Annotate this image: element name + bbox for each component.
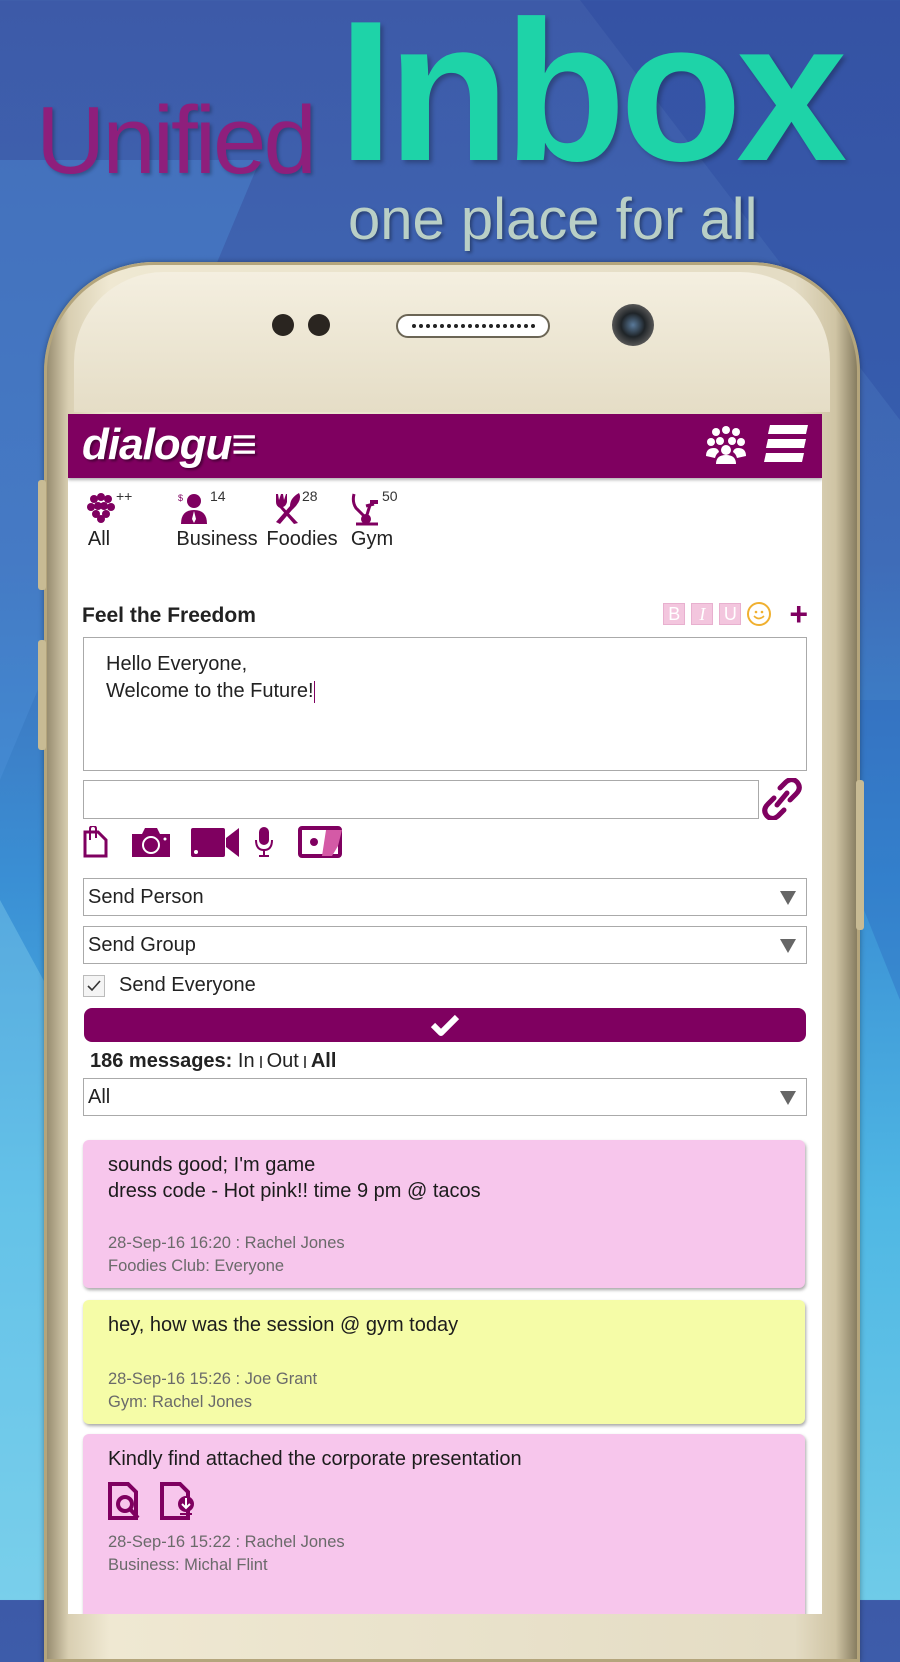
group-count: 14 [210,488,226,504]
menu-icon[interactable] [764,425,808,463]
message-meta: 28-Sep-16 16:20 : Rachel Jones [108,1234,345,1252]
filter-all-link[interactable]: All [311,1050,337,1072]
filter-in-link[interactable]: In [238,1050,255,1072]
headline-unified: Unified [36,87,317,194]
phone-side-button [38,480,46,590]
group-tab-business[interactable]: $ 14 Business [162,486,257,556]
message-attachments [108,1482,780,1525]
phone-top-bezel [74,272,830,412]
dropdown-arrow-icon [780,939,796,953]
exercise-bike-icon [350,492,380,531]
groups-icon[interactable] [704,424,748,464]
promo-headline: Unified Inbox one place for all msgs [18,0,898,319]
svg-text:$: $ [178,493,183,503]
select-value: All [88,1086,111,1108]
message-count-bar: 186 messages: In Out All [90,1050,336,1073]
send-everyone-label: Send Everyone [119,974,256,996]
emoji-icon[interactable] [747,602,772,626]
group-label: Foodies [266,528,338,550]
group-tab-gym[interactable]: 50 Gym [336,486,420,556]
message-card[interactable]: hey, how was the session @ gym today 28-… [83,1300,805,1424]
group-label: Gym [350,528,394,550]
app-header: dialogu≡ [68,414,822,478]
proximity-sensor [272,314,294,336]
front-camera [612,304,654,346]
app-logo: dialogu≡ [82,420,257,469]
underline-button[interactable]: U [719,603,742,625]
app-screen: dialogu≡ ++ All $ 14 Business 28 Foodies… [68,414,822,1614]
send-button[interactable] [84,1008,806,1042]
message-text: hey, how was the session @ gym today [108,1314,459,1336]
image-tag-icon[interactable] [298,826,344,863]
message-meta: Gym: Rachel Jones [108,1393,252,1411]
add-button[interactable]: + [789,598,808,630]
group-count: 28 [302,488,318,504]
group-tab-all[interactable]: ++ All [78,486,162,556]
format-toolbar: B I U + [663,598,808,630]
dropdown-arrow-icon [780,1091,796,1105]
message-card[interactable]: Kindly find attached the corporate prese… [83,1434,805,1614]
video-camera-icon[interactable] [190,826,240,863]
businessman-icon: $ [178,492,208,529]
message-line: Welcome to the Future! [106,680,314,702]
phone-side-button [856,780,864,930]
italic-button[interactable]: I [691,603,714,625]
camera-icon[interactable] [130,826,172,863]
filter-out-link[interactable]: Out [267,1050,299,1072]
send-person-select[interactable]: Send Person [83,878,807,916]
preview-document-icon[interactable] [108,1482,144,1525]
download-document-icon[interactable] [160,1482,196,1525]
message-line: Hello Everyone, [106,653,248,675]
select-value: Send Group [88,934,196,956]
message-text: sounds good; I'm game [108,1154,316,1176]
link-input[interactable] [83,780,759,819]
attach-file-icon[interactable] [82,824,108,863]
earpiece-speaker [396,314,550,338]
inbox-filter-select[interactable]: All [83,1078,807,1116]
select-value: Send Person [88,886,204,908]
fork-knife-icon [272,492,302,529]
dropdown-arrow-icon [780,891,796,905]
group-count: ++ [116,488,133,504]
link-icon[interactable] [762,777,802,825]
message-meta: 28-Sep-16 15:26 : Joe Grant [108,1370,318,1388]
headline-inbox: Inbox [338,0,847,203]
message-count: 186 messages: [90,1050,233,1072]
separator [303,1055,306,1068]
group-tab-foodies[interactable]: 28 Foodies [254,486,337,556]
group-tabs: ++ All $ 14 Business 28 Foodies 50 Gym [78,486,420,556]
message-meta: Foodies Club: Everyone [108,1257,285,1275]
phone-side-button [38,640,46,750]
group-count: 50 [382,488,398,504]
separator [259,1055,262,1068]
message-textarea[interactable]: Hello Everyone, Welcome to the Future! [83,637,807,771]
checkmark-icon [431,1014,459,1036]
send-group-select[interactable]: Send Group [83,926,807,964]
group-label: All [87,528,111,550]
message-text: Kindly find attached the corporate prese… [108,1448,522,1470]
message-meta: Business: Michal Flint [108,1556,268,1574]
message-text: dress code - Hot pink!! time 9 pm @ taco… [108,1180,481,1202]
compose-title: Feel the Freedom [82,604,256,627]
bold-button[interactable]: B [663,603,686,625]
light-sensor [308,314,330,336]
send-everyone-row: Send Everyone [83,974,256,997]
message-meta: 28-Sep-16 15:22 : Rachel Jones [108,1533,345,1551]
text-cursor [313,680,315,703]
microphone-icon[interactable] [254,826,274,863]
send-everyone-checkbox[interactable] [83,974,105,997]
crowd-icon [86,492,116,529]
message-card[interactable]: sounds good; I'm game dress code - Hot p… [83,1140,805,1288]
attachment-toolbar [82,824,344,863]
